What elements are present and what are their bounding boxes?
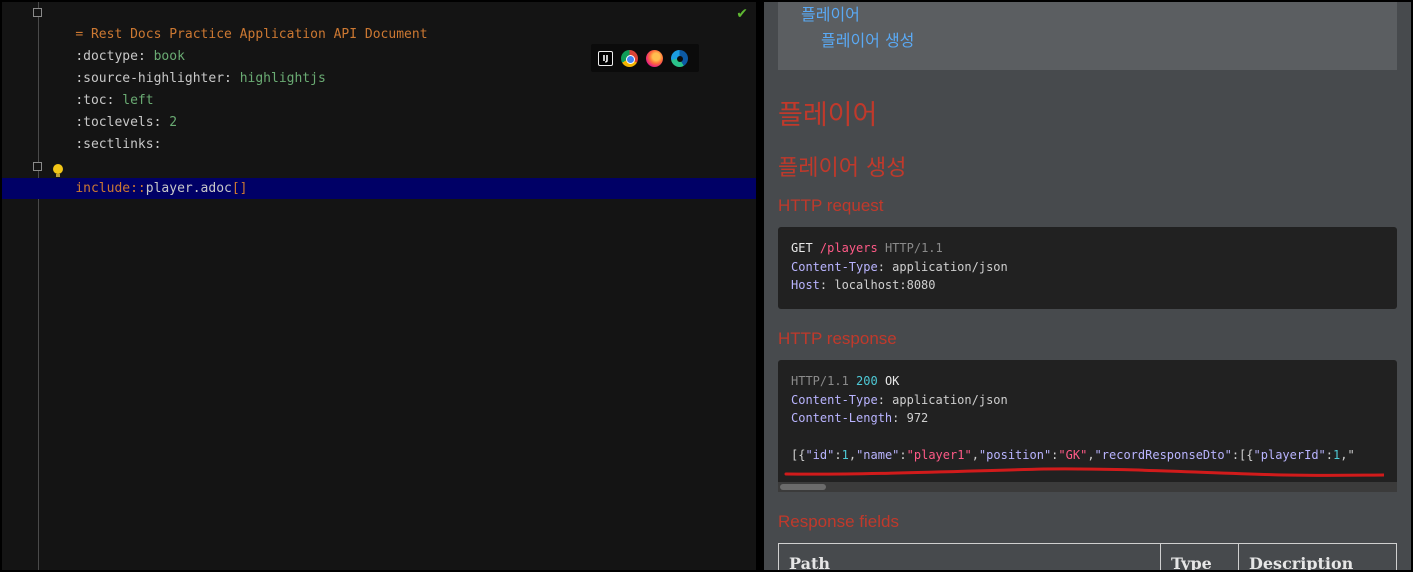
- http-protocol: HTTP/1.1: [884, 241, 943, 255]
- header-value: 972: [906, 411, 929, 425]
- column-header-type: Type: [1161, 544, 1239, 570]
- lightbulb-icon[interactable]: [53, 164, 63, 177]
- attr-value: 2: [169, 115, 178, 130]
- header-name: Content-Type: [791, 392, 878, 407]
- status-code: 200: [856, 374, 878, 388]
- firefox-icon[interactable]: [646, 49, 663, 67]
- header-value: localhost:8080: [834, 278, 936, 292]
- subsection-title: 플레이어 생성: [778, 156, 907, 181]
- include-brackets: []: [231, 181, 248, 196]
- fold-marker-icon[interactable]: [33, 162, 42, 171]
- check-icon: ✔: [736, 6, 748, 22]
- status-text: OK: [884, 374, 900, 388]
- request-path: /players: [819, 241, 878, 255]
- http-request-block: GET /players HTTP/1.1 Content-Type: appl…: [778, 227, 1397, 309]
- attr-sep: :: [224, 71, 240, 86]
- code-line-sectlinks[interactable]: :sectlinks:: [44, 112, 161, 152]
- http-response-heading: HTTP response: [778, 329, 897, 348]
- toc-item-player-create[interactable]: 플레이어 생성: [821, 27, 914, 51]
- chrome-icon[interactable]: [621, 49, 638, 67]
- code-line-title[interactable]: = Rest Docs Practice Application API Doc…: [44, 2, 427, 42]
- include-keyword-start: i: [75, 181, 84, 196]
- http-method: GET: [791, 241, 813, 255]
- http-request-heading: HTTP request: [778, 196, 884, 215]
- browser-preview-toolbar: IJ: [591, 44, 699, 72]
- column-header-path: Path: [779, 544, 1161, 570]
- attr-name: :sectlinks: [75, 137, 154, 152]
- http-protocol: HTTP/1.1: [791, 374, 849, 388]
- red-annotation-underline: [784, 467, 1384, 477]
- code-line-toclevels[interactable]: :toclevels: 2: [44, 90, 177, 130]
- code-line-include[interactable]: include::player.adoc[]: [44, 156, 247, 196]
- section-title: 플레이어: [778, 100, 878, 131]
- code-line-source-highlighter[interactable]: :source-highlighter: highlightjs: [44, 46, 325, 86]
- code-line-toc[interactable]: :toc: left: [44, 68, 153, 108]
- header-name: Host: [791, 278, 820, 292]
- attr-value: highlightjs: [239, 71, 326, 86]
- header-name: Content-Length: [791, 411, 893, 425]
- response-fields-heading: Response fields: [778, 512, 899, 531]
- include-keyword: nclude::: [83, 181, 146, 196]
- gutter-guide: [38, 2, 39, 570]
- toc-item-player[interactable]: 플레이어: [801, 2, 860, 25]
- fold-marker-icon[interactable]: [33, 8, 42, 17]
- column-header-description: Description: [1249, 554, 1354, 570]
- asciidoc-preview[interactable]: 플레이어 플레이어 생성 플레이어 플레이어 생성 HTTP request G…: [764, 2, 1411, 570]
- horizontal-scrollbar[interactable]: [778, 482, 1397, 492]
- attr-sep: :: [153, 137, 162, 152]
- edge-icon[interactable]: [671, 49, 688, 67]
- intellij-icon[interactable]: IJ: [598, 50, 613, 66]
- code-editor[interactable]: ✔ = Rest Docs Practice Application API D…: [2, 2, 756, 570]
- header-value: application/json: [892, 392, 1008, 407]
- code-line-doctype[interactable]: :doctype: book: [44, 24, 185, 64]
- response-body: [{"id":1,"name":"player1","position":"GK…: [791, 448, 1355, 462]
- include-file: player.adoc: [145, 181, 232, 196]
- header-value: application/json: [892, 259, 1008, 274]
- response-fields-table: Path Type Description: [778, 543, 1397, 570]
- table-of-contents: 플레이어 플레이어 생성: [778, 2, 1397, 70]
- scrollbar-thumb[interactable]: [780, 484, 826, 490]
- header-name: Content-Type: [791, 259, 878, 274]
